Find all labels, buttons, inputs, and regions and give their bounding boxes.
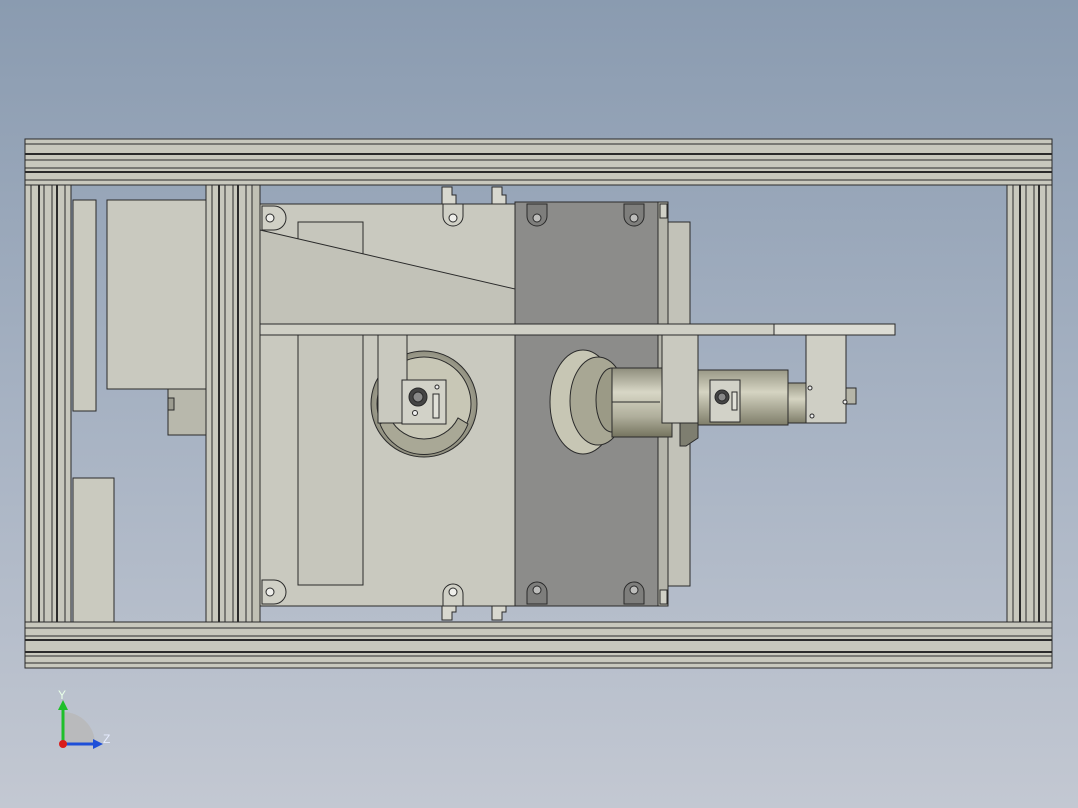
- cad-viewport[interactable]: Y Z: [0, 0, 1078, 808]
- left-post: [24, 184, 72, 623]
- control-box: [106, 199, 207, 390]
- z-axis-label: Z: [103, 732, 110, 746]
- end-bracket: [805, 334, 847, 424]
- side-panel-lower: [72, 477, 115, 623]
- connector-block: [167, 388, 207, 436]
- horizontal-bar: [259, 323, 896, 336]
- right-post: [1006, 184, 1053, 623]
- side-panel-upper: [72, 199, 97, 412]
- clamp-block: [661, 334, 699, 424]
- bottom-rail: [24, 621, 1053, 669]
- z-axis-arrowhead: [93, 739, 103, 749]
- coordinate-triad: Y Z: [58, 688, 110, 749]
- x-axis-dot: [59, 740, 67, 748]
- left-components: [72, 199, 207, 623]
- inner-post: [205, 184, 261, 623]
- triad-quadrant: [63, 712, 95, 744]
- top-rail: [24, 138, 1053, 186]
- y-axis-label: Y: [58, 688, 66, 702]
